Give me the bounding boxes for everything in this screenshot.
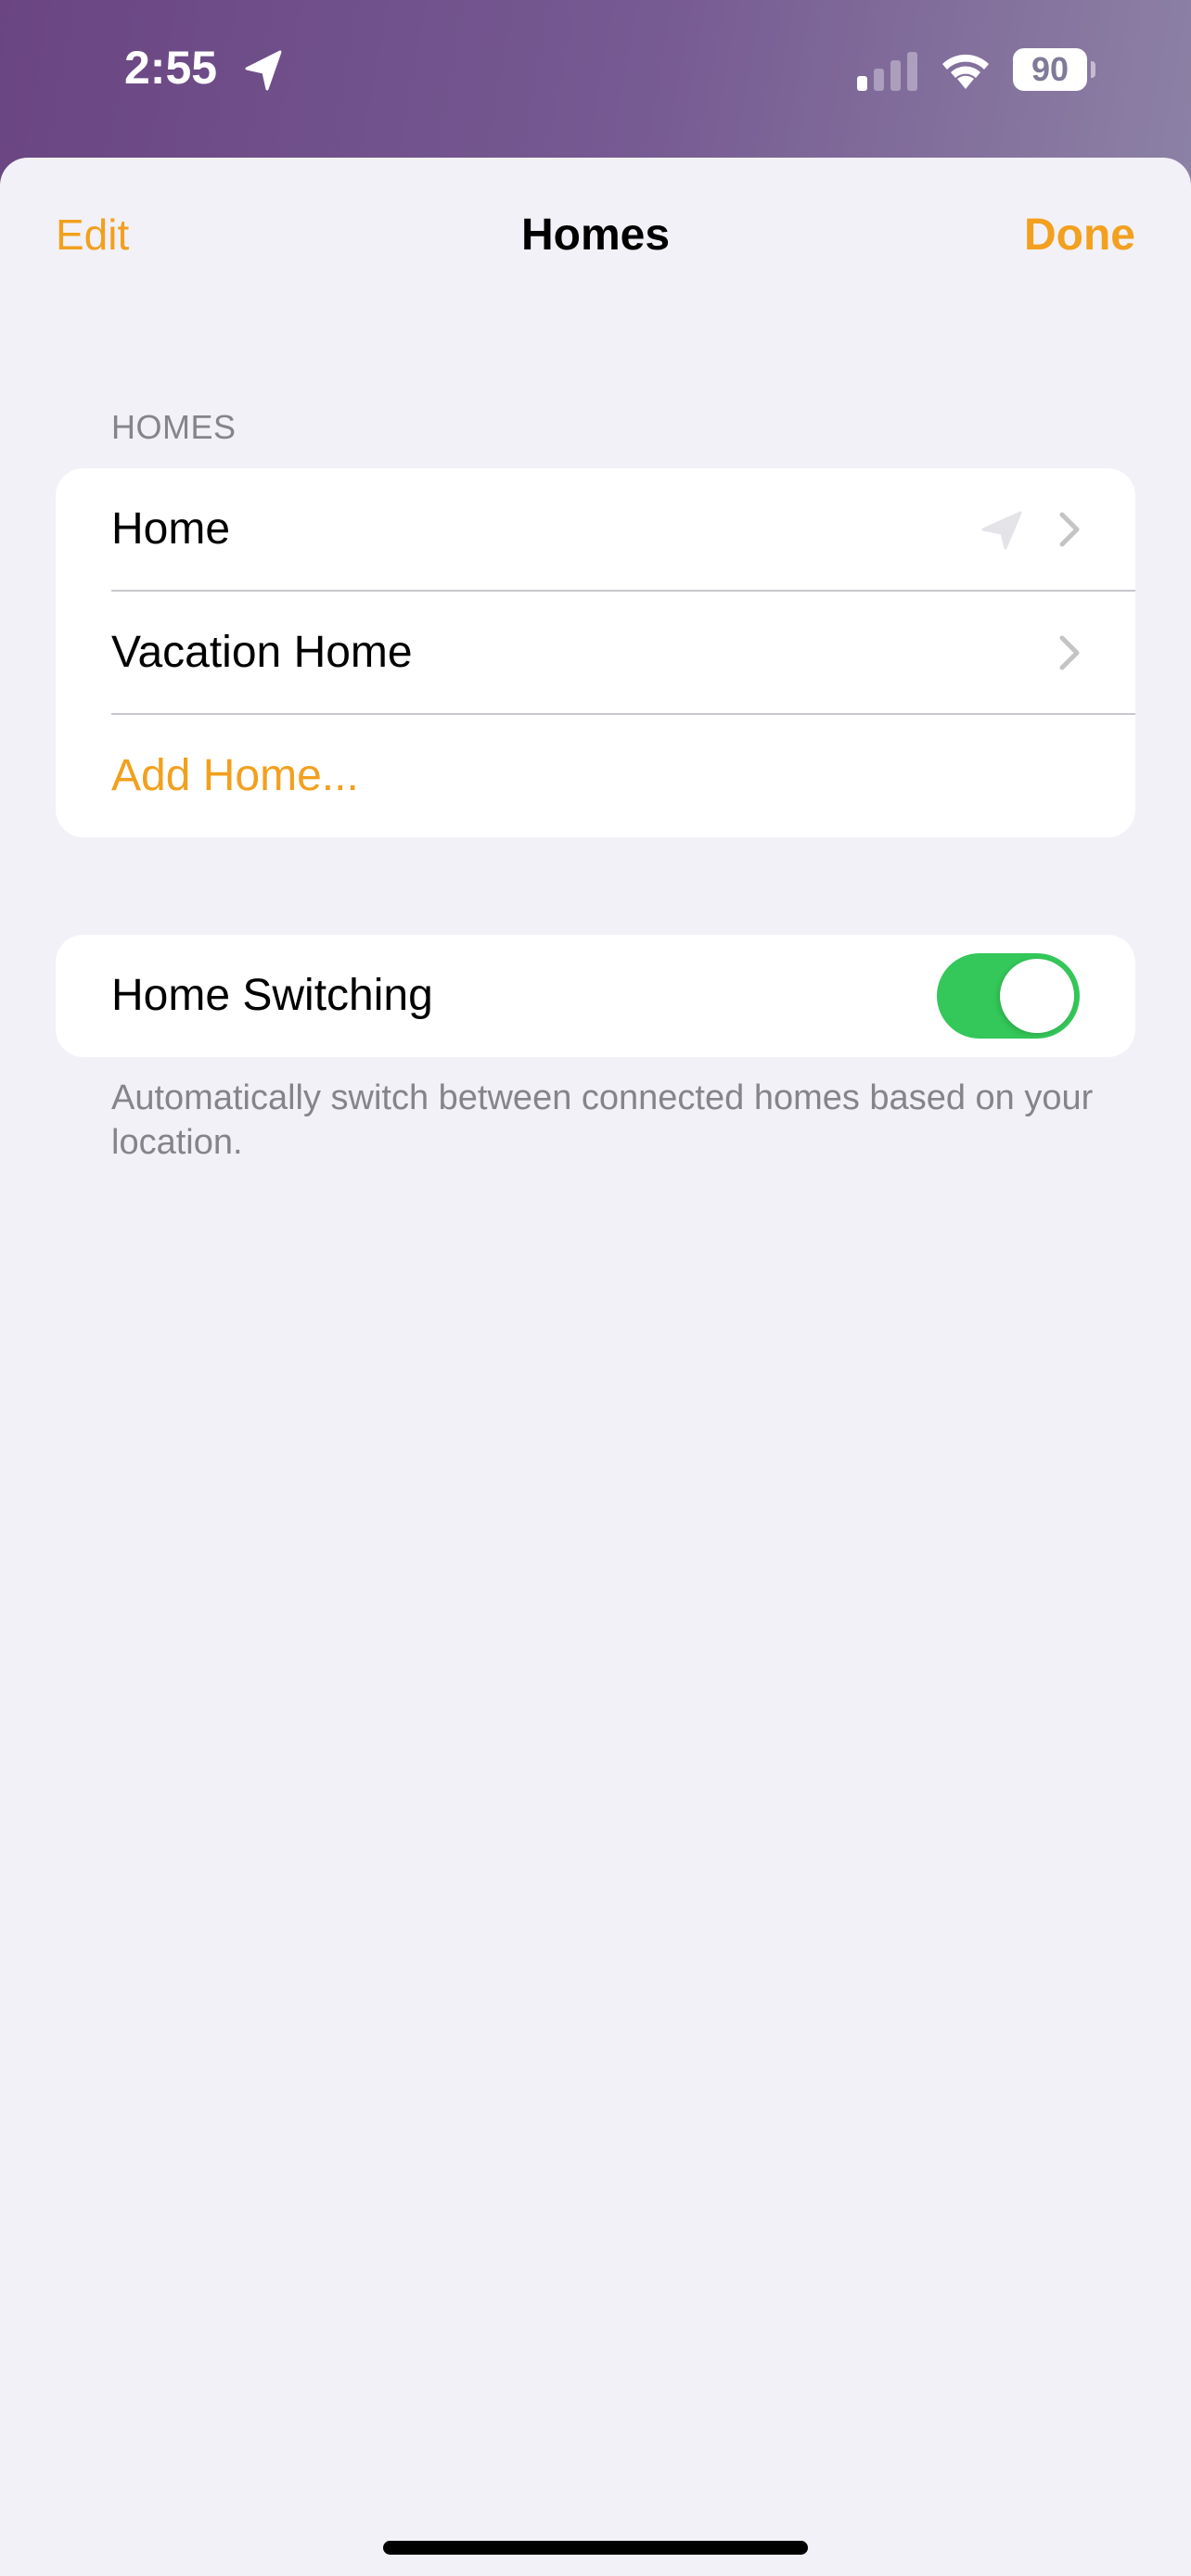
home-switching-toggle[interactable] bbox=[937, 953, 1080, 1039]
home-row-label: Home bbox=[111, 504, 231, 554]
homes-list: Home Vacation Home Add Home... bbox=[56, 468, 1135, 837]
chevron-right-icon bbox=[1059, 512, 1080, 547]
home-row[interactable]: Home bbox=[56, 468, 1135, 591]
home-switching-row: Home Switching bbox=[56, 935, 1135, 1057]
location-arrow-icon bbox=[245, 50, 282, 91]
cellular-signal-icon bbox=[857, 52, 917, 91]
home-switching-footer: Automatically switch between connected h… bbox=[111, 1078, 1094, 1162]
battery-indicator: 90 bbox=[1013, 48, 1095, 91]
page-title: Homes bbox=[520, 210, 671, 260]
battery-level: 90 bbox=[1031, 50, 1069, 88]
edit-button[interactable]: Edit bbox=[56, 210, 129, 260]
section-header-homes: HOMES bbox=[111, 408, 237, 446]
status-bar: 2:55 90 bbox=[0, 0, 1191, 158]
wifi-icon bbox=[942, 54, 989, 89]
home-indicator[interactable] bbox=[383, 2541, 808, 2555]
homes-sheet: Edit Homes Done HOMES Home Vacation Home… bbox=[0, 158, 1191, 2576]
add-home-button[interactable]: Add Home... bbox=[56, 715, 1135, 837]
vacation-home-row[interactable]: Vacation Home bbox=[56, 592, 1135, 714]
add-home-label: Add Home... bbox=[111, 751, 359, 800]
chevron-right-icon bbox=[1059, 635, 1080, 670]
battery-cap bbox=[1091, 61, 1095, 78]
status-time: 2:55 bbox=[124, 42, 218, 94]
current-location-icon bbox=[981, 511, 1022, 550]
vacation-home-row-label: Vacation Home bbox=[111, 628, 413, 677]
home-switching-label: Home Switching bbox=[111, 971, 433, 1020]
toggle-knob bbox=[1000, 959, 1074, 1033]
done-button[interactable]: Done bbox=[1024, 210, 1135, 261]
